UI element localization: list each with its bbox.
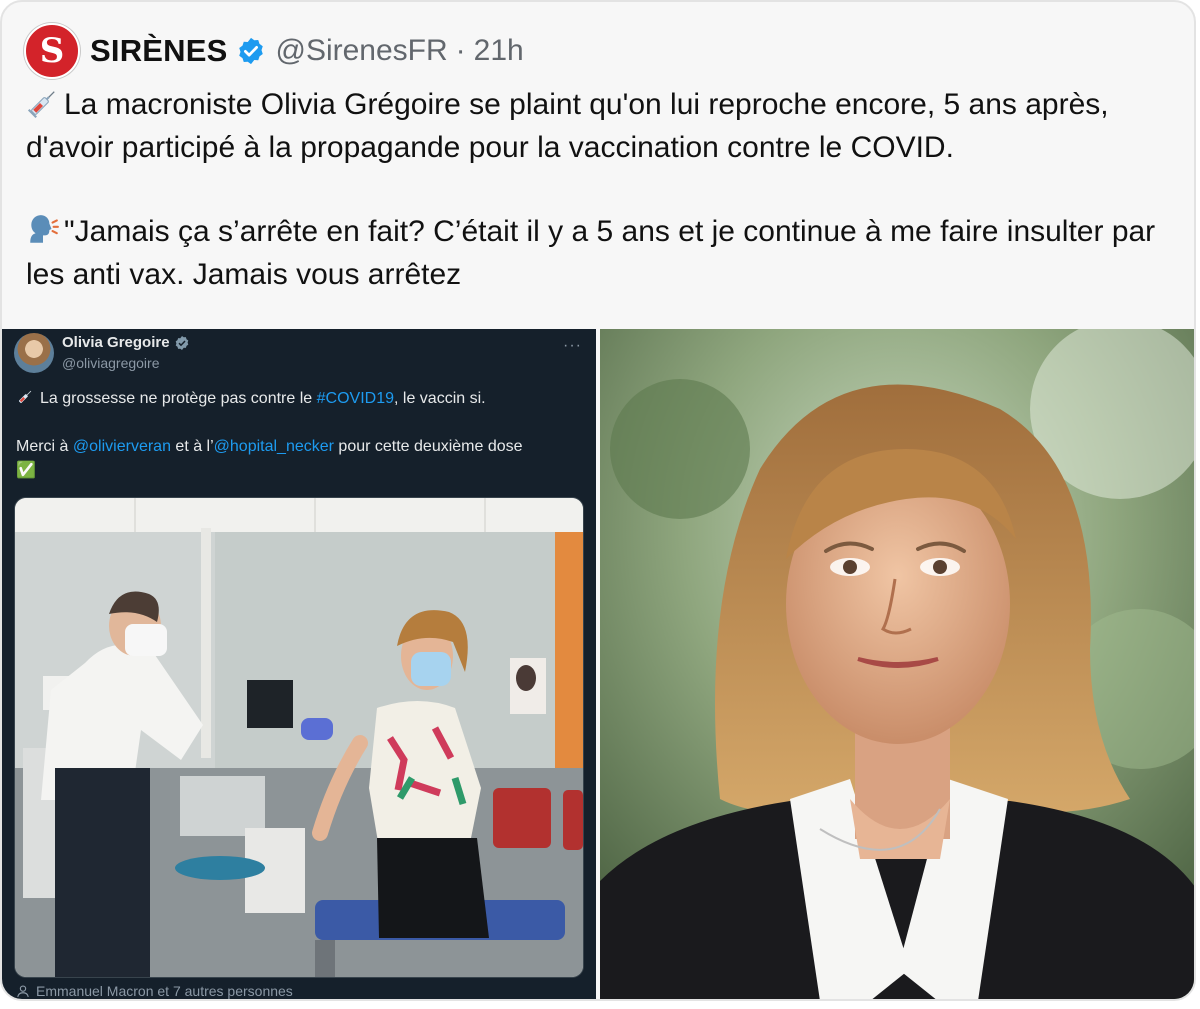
tweet-paragraph-2-text: "Jamais ça s’arrête en fait? C’était il … — [26, 215, 1156, 291]
person-icon — [17, 985, 29, 997]
mention-hopital-necker: @hopital_necker — [213, 438, 334, 455]
vaccination-photo — [14, 497, 584, 978]
embedded-verified-icon — [175, 336, 188, 350]
embedded-tweet-body: La grossesse ne protège pas contre le #C… — [16, 387, 586, 483]
embedded-avatar — [14, 333, 54, 373]
embedded-line-2: Merci à @olivierveran et à l’@hopital_ne… — [16, 435, 586, 459]
portrait-illustration — [600, 329, 1194, 999]
check-mark-icon: ✅ — [16, 462, 36, 479]
avatar-letter: S — [39, 31, 65, 71]
verified-badge-icon — [238, 37, 263, 65]
vaccination-scene-illustration — [15, 498, 583, 977]
hashtag-link: #COVID19 — [316, 390, 394, 407]
embedded-account-handle: @oliviagregoire — [62, 355, 160, 371]
tweet-card[interactable]: S SIRÈNES @SirenesFR · 21h La macroniste… — [0, 0, 1196, 1001]
thanks-middle: et à l’ — [170, 438, 214, 455]
tweet-body: La macroniste Olivia Grégoire se plaint … — [26, 84, 1176, 296]
embedded-text-before: La grossesse ne protège pas contre le — [40, 390, 317, 407]
embedded-tweet-screenshot[interactable]: Olivia Gregoire @oliviagregoire ··· La g… — [2, 329, 596, 999]
embedded-line-1: La grossesse ne protège pas contre le #C… — [16, 387, 586, 411]
more-options-icon: ··· — [563, 337, 582, 354]
embedded-account-name: Olivia Gregoire — [62, 334, 170, 351]
likes-summary-text: Emmanuel Macron et 7 autres personnes — [36, 983, 293, 999]
thanks-before: Merci à — [16, 438, 73, 455]
thanks-after: pour cette deuxième dose — [333, 438, 523, 455]
tweet-paragraph-2: "Jamais ça s’arrête en fait? C’était il … — [26, 211, 1176, 296]
account-name[interactable]: SIRÈNES — [90, 33, 228, 69]
tweet-paragraph-1: La macroniste Olivia Grégoire se plaint … — [26, 84, 1176, 169]
tweet-header: S SIRÈNES @SirenesFR · 21h — [24, 23, 524, 79]
portrait-photo[interactable] — [600, 329, 1194, 999]
mention-olivierveran: @olivierveran — [72, 438, 171, 455]
tweet-time[interactable]: 21h — [474, 34, 524, 68]
tweet-paragraph-1-text: La macroniste Olivia Grégoire se plaint … — [26, 88, 1109, 164]
embedded-tweet-header: Olivia Gregoire @oliviagregoire — [14, 333, 190, 373]
account-handle[interactable]: @SirenesFR — [276, 34, 448, 68]
likes-summary: Emmanuel Macron et 7 autres personnes — [16, 983, 293, 999]
embedded-syringe-icon — [18, 390, 32, 404]
avatar[interactable]: S — [24, 23, 80, 79]
separator-dot: · — [455, 34, 466, 67]
speaking-head-icon — [30, 215, 59, 243]
embedded-text-after: , le vaccin si. — [394, 390, 486, 407]
syringe-icon — [27, 91, 55, 119]
